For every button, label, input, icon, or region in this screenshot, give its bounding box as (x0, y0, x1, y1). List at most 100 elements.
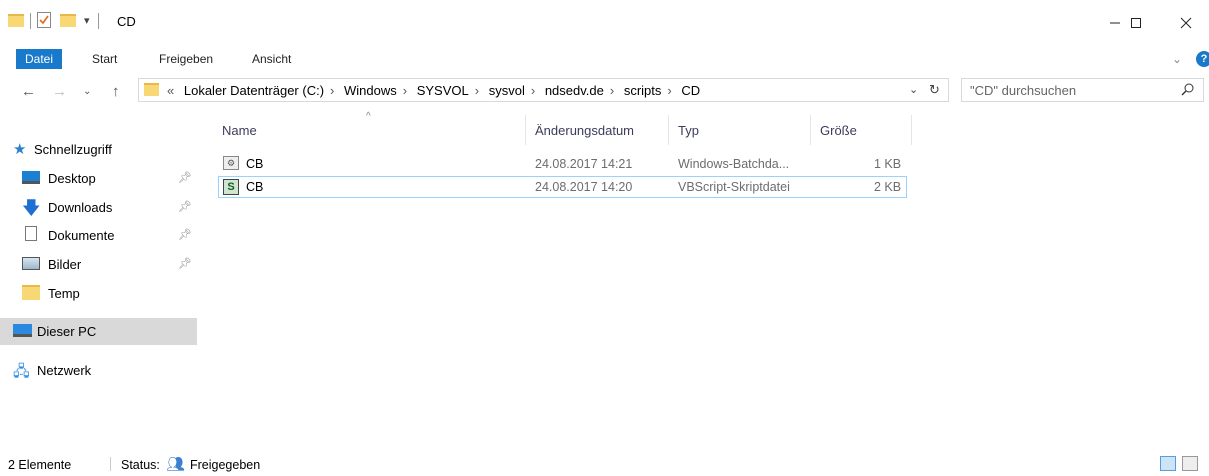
back-icon[interactable]: ← (21, 83, 36, 100)
file-row[interactable]: ⚙ CB 24.08.2017 14:21 Windows-Batchda...… (218, 153, 907, 175)
divider (110, 457, 111, 471)
search-icon[interactable] (1181, 82, 1195, 99)
customize-toolbar-icon[interactable]: ▾ (84, 14, 90, 27)
file-name: CB (246, 180, 264, 194)
share-state: Freigegeben (190, 458, 261, 472)
title-bar: ▾ CD (0, 0, 1209, 46)
nav-label: Bilder (48, 257, 82, 272)
nav-label: Downloads (48, 200, 113, 215)
nav-item-this-pc[interactable]: Dieser PC (0, 318, 197, 345)
breadcrumb-overflow[interactable]: « (167, 83, 174, 98)
maximize-button[interactable] (1113, 8, 1159, 38)
vbscript-file-icon: S (223, 179, 239, 195)
file-type: Windows-Batchda... (678, 157, 790, 171)
refresh-icon[interactable]: ↻ (929, 82, 940, 98)
computer-icon (13, 324, 32, 337)
breadcrumb-item[interactable]: SYSVOL (417, 83, 469, 98)
nav-label: Dokumente (48, 228, 115, 243)
file-row[interactable]: S CB 24.08.2017 14:20 VBScript-Skriptdat… (218, 176, 907, 198)
nav-item-desktop[interactable]: Desktop 📌︎ (0, 165, 197, 191)
folder-icon (22, 285, 40, 300)
column-header-row: ^ Name Änderungsdatum Typ Größe (218, 111, 918, 145)
address-row: ← → ⌄ ↑ « Lokaler Datenträger (C:) › Wind… (0, 76, 1209, 106)
document-icon (25, 226, 37, 241)
ribbon-tabs: Datei Start Freigeben Ansicht ⌄ ? (0, 46, 1209, 70)
pin-icon[interactable]: 📌︎ (178, 257, 192, 270)
nav-label: Desktop (48, 171, 96, 186)
breadcrumb-item[interactable]: sysvol (489, 83, 525, 98)
nav-item-network[interactable]: 🖧 Netzwerk (0, 357, 197, 383)
column-divider[interactable] (810, 115, 811, 145)
navigation-pane: ★ Schnellzugriff Desktop 📌︎ 🡇 Downloads … (0, 108, 200, 448)
column-size[interactable]: Größe (820, 123, 857, 138)
file-size: 1 KB (874, 157, 902, 171)
status-bar: 2 Elemente Status: 👥︎ Freigegeben (0, 452, 1209, 476)
file-size: 2 KB (874, 180, 902, 194)
tab-datei[interactable]: Datei (16, 49, 63, 69)
help-icon[interactable]: ? (1196, 51, 1209, 67)
nav-item-documents[interactable]: Dokumente 📌︎ (0, 222, 197, 248)
chevron-right-icon[interactable]: › (610, 83, 614, 98)
chevron-right-icon[interactable]: › (330, 83, 334, 98)
item-count: 2 Elemente (8, 458, 72, 472)
breadcrumb-item[interactable]: CD (681, 83, 700, 98)
tab-ansicht[interactable]: Ansicht (243, 49, 300, 69)
file-name: CB (246, 157, 264, 171)
pictures-icon (22, 257, 40, 270)
divider (30, 13, 31, 29)
network-icon: 🖧 (13, 363, 30, 380)
file-type: VBScript-Skriptdatei (678, 180, 790, 194)
nav-label: Dieser PC (37, 324, 97, 339)
chevron-right-icon[interactable]: › (667, 83, 671, 98)
close-button[interactable] (1163, 8, 1209, 38)
folder-icon (144, 83, 159, 96)
address-bar[interactable]: « Lokaler Datenträger (C:) › Windows › SYS… (138, 78, 949, 102)
large-icons-view-icon[interactable] (1182, 456, 1198, 471)
desktop-icon (22, 171, 40, 184)
chevron-right-icon[interactable]: › (531, 83, 535, 98)
pin-icon[interactable]: 📌︎ (178, 200, 192, 213)
nav-label: Netzwerk (37, 363, 92, 378)
window-title: CD (117, 14, 136, 29)
details-view-icon[interactable] (1160, 456, 1176, 471)
column-divider[interactable] (911, 115, 912, 145)
nav-item-pictures[interactable]: Bilder 📌︎ (0, 251, 197, 277)
new-folder-icon[interactable] (60, 14, 76, 27)
forward-icon[interactable]: → (52, 83, 67, 100)
nav-label: Temp (48, 286, 80, 301)
up-icon[interactable]: ↑ (112, 83, 120, 100)
column-name[interactable]: Name (222, 123, 257, 138)
batch-file-icon: ⚙ (223, 156, 239, 170)
column-divider[interactable] (525, 115, 526, 145)
shared-users-icon: 👥︎ (166, 456, 186, 473)
star-icon: ★ (13, 141, 27, 158)
file-date: 24.08.2017 14:20 (535, 180, 633, 194)
properties-icon[interactable] (37, 12, 51, 28)
chevron-right-icon[interactable]: › (475, 83, 479, 98)
pin-icon[interactable]: 📌︎ (178, 228, 192, 241)
breadcrumb: « Lokaler Datenträger (C:) › Windows › SYS… (167, 83, 706, 98)
nav-item-temp[interactable]: Temp (0, 280, 197, 306)
tab-start[interactable]: Start (83, 49, 126, 69)
breadcrumb-item[interactable]: ndsedv.de (545, 83, 604, 98)
breadcrumb-item[interactable]: scripts (624, 83, 662, 98)
pin-icon[interactable]: 📌︎ (178, 171, 192, 184)
nav-label: Schnellzugriff (34, 142, 112, 157)
address-dropdown-icon[interactable]: ⌄ (909, 83, 918, 96)
folder-icon (8, 14, 24, 27)
breadcrumb-item[interactable]: Lokaler Datenträger (C:) (184, 83, 324, 98)
search-input[interactable]: "CD" durchsuchen (970, 83, 1076, 98)
column-date[interactable]: Änderungsdatum (535, 123, 634, 138)
nav-item-downloads[interactable]: 🡇 Downloads 📌︎ (0, 194, 197, 220)
expand-ribbon-icon[interactable]: ⌄ (1172, 52, 1182, 66)
nav-quick-access[interactable]: ★ Schnellzugriff (0, 136, 197, 162)
recent-locations-icon[interactable]: ⌄ (83, 86, 91, 97)
column-divider[interactable] (668, 115, 669, 145)
divider (98, 13, 99, 29)
chevron-right-icon[interactable]: › (403, 83, 407, 98)
search-box[interactable]: "CD" durchsuchen (961, 78, 1204, 102)
status-label: Status: (121, 458, 160, 472)
column-type[interactable]: Typ (678, 123, 699, 138)
tab-freigeben[interactable]: Freigeben (150, 49, 222, 69)
breadcrumb-item[interactable]: Windows (344, 83, 397, 98)
